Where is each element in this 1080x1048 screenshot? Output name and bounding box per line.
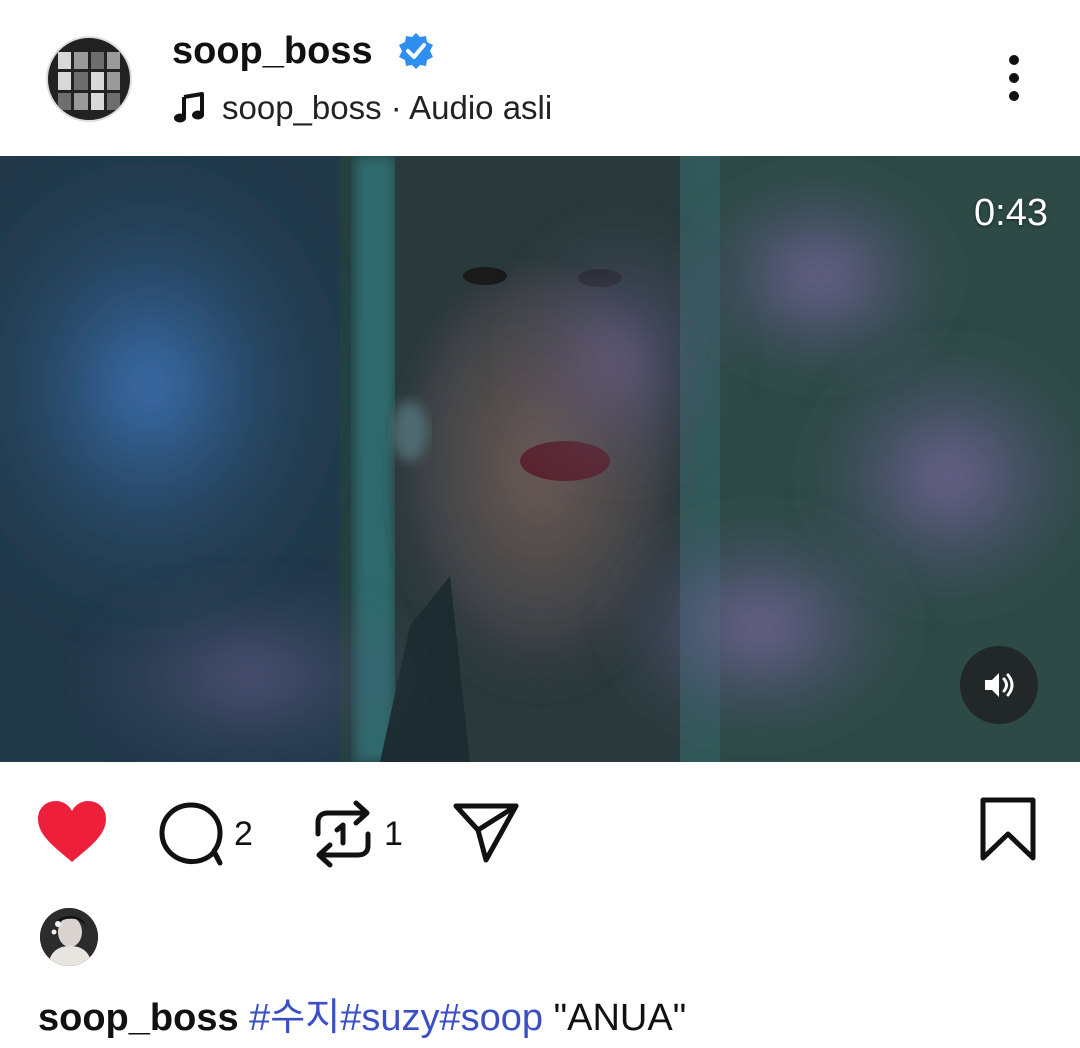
repost-count: 1 xyxy=(384,814,403,853)
video-frame xyxy=(0,156,1080,762)
video-duration: 0:43 xyxy=(974,192,1048,234)
audio-link[interactable]: soop_boss · Audio asli xyxy=(172,88,552,128)
comment-count: 2 xyxy=(234,814,253,853)
hashtag-link[interactable]: #수지 xyxy=(249,997,340,1039)
like-button[interactable] xyxy=(36,800,108,864)
audio-label: soop_boss · Audio asli xyxy=(222,89,553,126)
repost-icon xyxy=(315,800,371,868)
volume-button[interactable] xyxy=(960,646,1038,724)
caption-username[interactable]: soop_boss xyxy=(38,997,239,1039)
send-icon xyxy=(453,803,519,863)
heart-filled-icon xyxy=(38,801,106,862)
post-caption: soop_boss #수지#suzy#soop "ANUA" xyxy=(38,986,686,1041)
more-vertical-icon[interactable] xyxy=(998,52,1030,104)
commenter-avatar[interactable] xyxy=(40,908,98,966)
comment-icon xyxy=(159,802,223,866)
bookmark-icon xyxy=(980,797,1036,861)
avatar-photo xyxy=(40,908,98,966)
post-header: soop_boss soop_boss · Audio asli xyxy=(0,0,1080,156)
save-button[interactable] xyxy=(978,796,1038,862)
hashtag-link[interactable]: #soop xyxy=(440,997,544,1039)
avatar-photo-grid xyxy=(58,52,120,110)
caption-text: "ANUA" xyxy=(553,997,687,1039)
music-note-icon xyxy=(174,92,204,123)
share-button[interactable] xyxy=(452,800,520,864)
volume-on-icon xyxy=(985,673,1014,697)
verified-badge-icon xyxy=(399,33,433,69)
post-username[interactable]: soop_boss xyxy=(172,28,373,74)
profile-avatar[interactable] xyxy=(46,36,132,122)
video-player[interactable]: 0:43 xyxy=(0,156,1080,762)
action-bar: 2 1 xyxy=(0,762,1080,902)
hashtag-link[interactable]: #suzy xyxy=(340,997,439,1039)
comment-button[interactable]: 2 xyxy=(158,800,253,868)
repost-button[interactable]: 1 xyxy=(310,800,403,868)
